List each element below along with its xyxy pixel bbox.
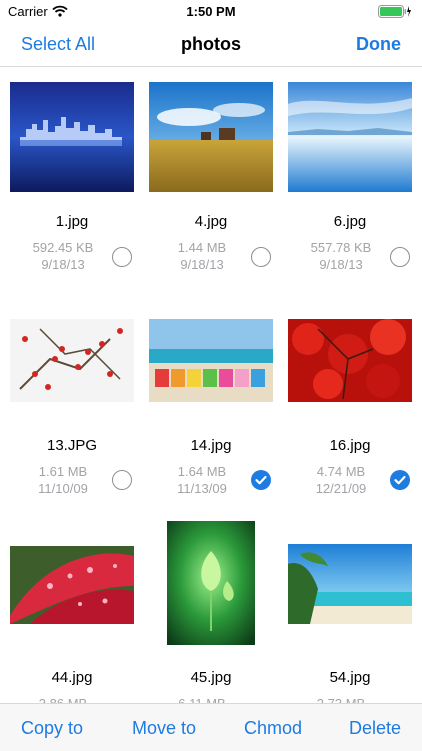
photo-name: 16.jpg: [329, 437, 371, 454]
photo-size: 557.78 KB: [310, 240, 372, 255]
select-checkbox[interactable]: [112, 247, 132, 267]
photo-name: 44.jpg: [51, 669, 93, 686]
photo-meta: 6.11 MB: [141, 695, 263, 703]
copy-to-button[interactable]: Copy to: [21, 718, 83, 739]
select-checkbox-checked[interactable]: [251, 470, 271, 490]
photo-thumbnail-red-leaf-droplets[interactable]: [10, 546, 134, 624]
navigation-bar: Select All photos Done: [0, 24, 422, 67]
photo-meta: 3.86 MB: [2, 695, 124, 703]
checkmark-icon: [255, 475, 267, 485]
photo-date: 11/10/09: [38, 481, 88, 496]
checkmark-icon: [394, 475, 406, 485]
photo-size: 592.45 KB: [32, 240, 94, 255]
photo-date: 12/21/09: [315, 481, 367, 496]
photo-size: 3.86 MB: [2, 695, 124, 703]
photo-thumbnail-lake-reflection[interactable]: [288, 82, 412, 192]
photo-thumbnail-snowy-berries[interactable]: [10, 319, 134, 402]
photo-thumbnail-wheat-field[interactable]: [149, 82, 273, 192]
photo-meta: 4.74 MB 12/21/09: [280, 463, 402, 497]
status-bar: Carrier 1:50 PM: [0, 0, 422, 24]
photo-date: 9/18/13: [180, 257, 224, 272]
photo-name: 14.jpg: [190, 437, 232, 454]
photo-size: 1.64 MB: [177, 464, 227, 479]
photo-thumbnail-beach-chairs[interactable]: [149, 319, 273, 402]
photo-thumbnail-green-sprout[interactable]: [167, 521, 255, 645]
photo-meta: 1.61 MB 11/10/09: [2, 463, 124, 497]
move-to-button[interactable]: Move to: [132, 718, 196, 739]
photo-size: 4.74 MB: [316, 464, 366, 479]
photo-date: 9/18/13: [41, 257, 85, 272]
photo-name: 13.JPG: [46, 437, 98, 454]
photo-grid[interactable]: 1.jpg 592.45 KB 9/18/13 4.jpg 1.44 MB 9/…: [0, 67, 422, 703]
delete-button[interactable]: Delete: [349, 718, 401, 739]
photo-date: 11/13/09: [177, 481, 227, 496]
photo-date: 9/18/13: [319, 257, 363, 272]
chmod-button[interactable]: Chmod: [244, 718, 302, 739]
battery-icon: [378, 5, 412, 23]
photo-size: 2.73 MB: [280, 695, 402, 703]
bottom-toolbar: Copy to Move to Chmod Delete: [0, 703, 422, 751]
photo-name: 45.jpg: [190, 669, 232, 686]
photo-name: 4.jpg: [194, 213, 228, 230]
photo-thumbnail-city-skyline[interactable]: [10, 82, 134, 192]
photo-size: 6.11 MB: [141, 695, 263, 703]
select-checkbox[interactable]: [112, 470, 132, 490]
photo-name: 54.jpg: [329, 669, 371, 686]
select-checkbox-checked[interactable]: [390, 470, 410, 490]
photo-size: 1.61 MB: [38, 464, 88, 479]
photo-thumbnail-red-leaves[interactable]: [288, 319, 412, 402]
photo-size: 1.44 MB: [177, 240, 227, 255]
photo-meta: 1.64 MB 11/13/09: [141, 463, 263, 497]
photo-meta: 557.78 KB 9/18/13: [280, 239, 402, 273]
photo-meta: 2.73 MB: [280, 695, 402, 703]
done-button[interactable]: Done: [356, 34, 401, 55]
select-checkbox[interactable]: [390, 247, 410, 267]
photo-meta: 1.44 MB 9/18/13: [141, 239, 263, 273]
photo-meta: 592.45 KB 9/18/13: [2, 239, 124, 273]
photo-thumbnail-tropical-beach[interactable]: [288, 544, 412, 624]
photo-name: 6.jpg: [333, 213, 367, 230]
select-checkbox[interactable]: [251, 247, 271, 267]
clock: 1:50 PM: [186, 4, 236, 19]
photo-name: 1.jpg: [55, 213, 89, 230]
